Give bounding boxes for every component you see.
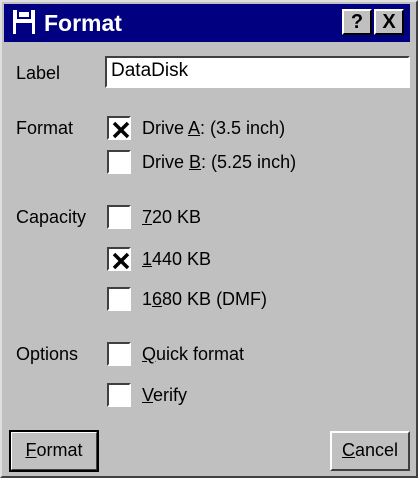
cancel-button[interactable]: Cancel bbox=[330, 431, 410, 471]
format-button[interactable]: Format bbox=[9, 430, 99, 472]
capacity-1440-checkbox[interactable] bbox=[107, 247, 131, 271]
checkmark-x-icon bbox=[112, 252, 130, 270]
close-button[interactable]: X bbox=[374, 9, 404, 35]
format-group-label: Format bbox=[16, 118, 74, 138]
title-bar[interactable]: Format ? X bbox=[4, 4, 410, 42]
help-button[interactable]: ? bbox=[342, 9, 372, 35]
capacity-1440-label[interactable]: 1440 KB bbox=[142, 248, 211, 270]
checkmark-x-icon bbox=[112, 121, 130, 139]
quick-format-label[interactable]: Quick format bbox=[142, 343, 244, 365]
drive-b-checkbox[interactable] bbox=[107, 150, 131, 174]
verify-checkbox[interactable] bbox=[107, 383, 131, 407]
capacity-1680-checkbox[interactable] bbox=[107, 287, 131, 311]
verify-label[interactable]: Verify bbox=[142, 384, 187, 406]
label-field-label: Label bbox=[16, 63, 61, 83]
capacity-720-label[interactable]: 720 KB bbox=[142, 206, 201, 228]
drive-b-label[interactable]: Drive B: (5.25 inch) bbox=[142, 151, 296, 173]
label-input[interactable]: DataDisk bbox=[105, 56, 410, 88]
floppy-disk-icon bbox=[12, 9, 36, 35]
options-group-label: Options bbox=[16, 344, 79, 364]
capacity-group-label: Capacity bbox=[16, 207, 87, 227]
drive-a-label[interactable]: Drive A: (3.5 inch) bbox=[142, 117, 285, 139]
dialog-title: Format bbox=[44, 10, 122, 36]
capacity-1680-label[interactable]: 1680 KB (DMF) bbox=[142, 288, 267, 310]
quick-format-checkbox[interactable] bbox=[107, 342, 131, 366]
capacity-720-checkbox[interactable] bbox=[107, 205, 131, 229]
drive-a-checkbox[interactable] bbox=[107, 116, 131, 140]
